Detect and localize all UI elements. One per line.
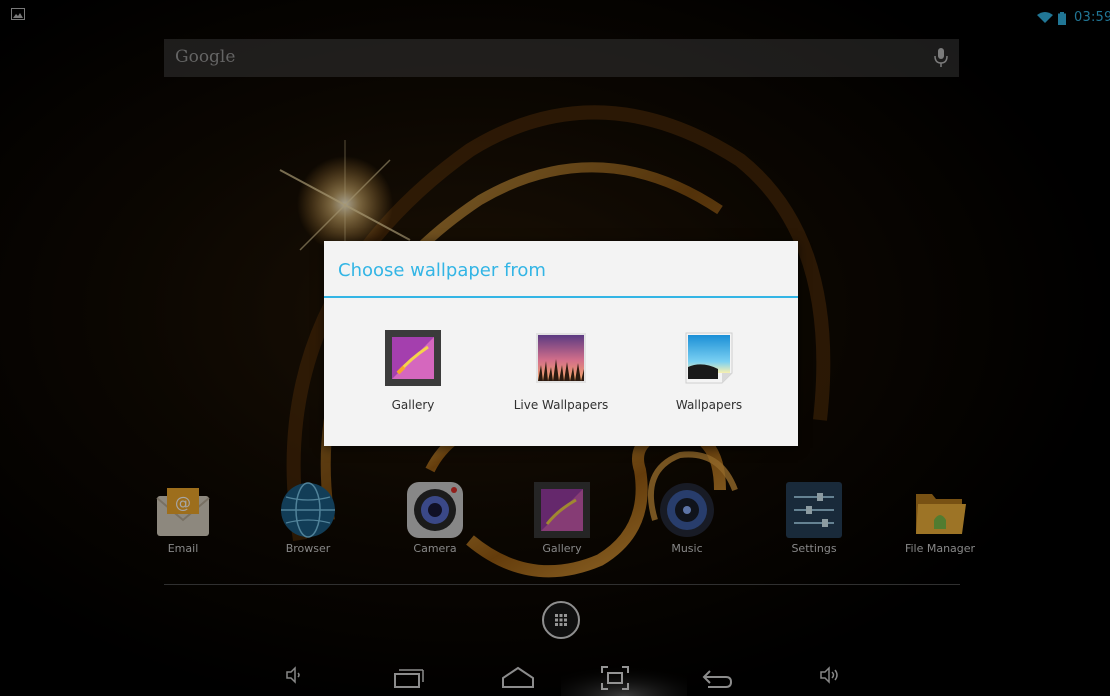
option-gallery[interactable]: Gallery [343, 321, 483, 421]
option-label: Gallery [391, 398, 435, 412]
dialog-title-divider [324, 296, 798, 298]
gallery-icon [385, 330, 441, 386]
option-wallpapers[interactable]: Wallpapers [639, 321, 779, 421]
dialog-title: Choose wallpaper from [338, 260, 546, 281]
wallpapers-icon [685, 332, 733, 384]
option-label: Wallpapers [675, 398, 743, 412]
option-label: Live Wallpapers [513, 398, 609, 412]
live-wallpapers-icon [536, 333, 586, 383]
choose-wallpaper-dialog: Choose wallpaper from Gallery Live Wallp… [324, 241, 798, 446]
option-live-wallpapers[interactable]: Live Wallpapers [491, 321, 631, 421]
